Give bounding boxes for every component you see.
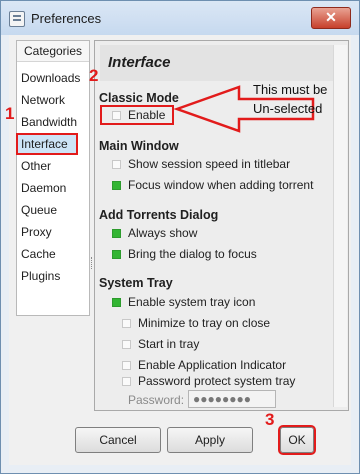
annotation-note-line1: This must be xyxy=(253,82,328,97)
annotation-arrow xyxy=(173,85,315,133)
annotation-note-line2: Un-selected xyxy=(253,101,323,116)
preferences-window: Preferences ✕ Categories Downloads Netwo… xyxy=(0,0,360,474)
